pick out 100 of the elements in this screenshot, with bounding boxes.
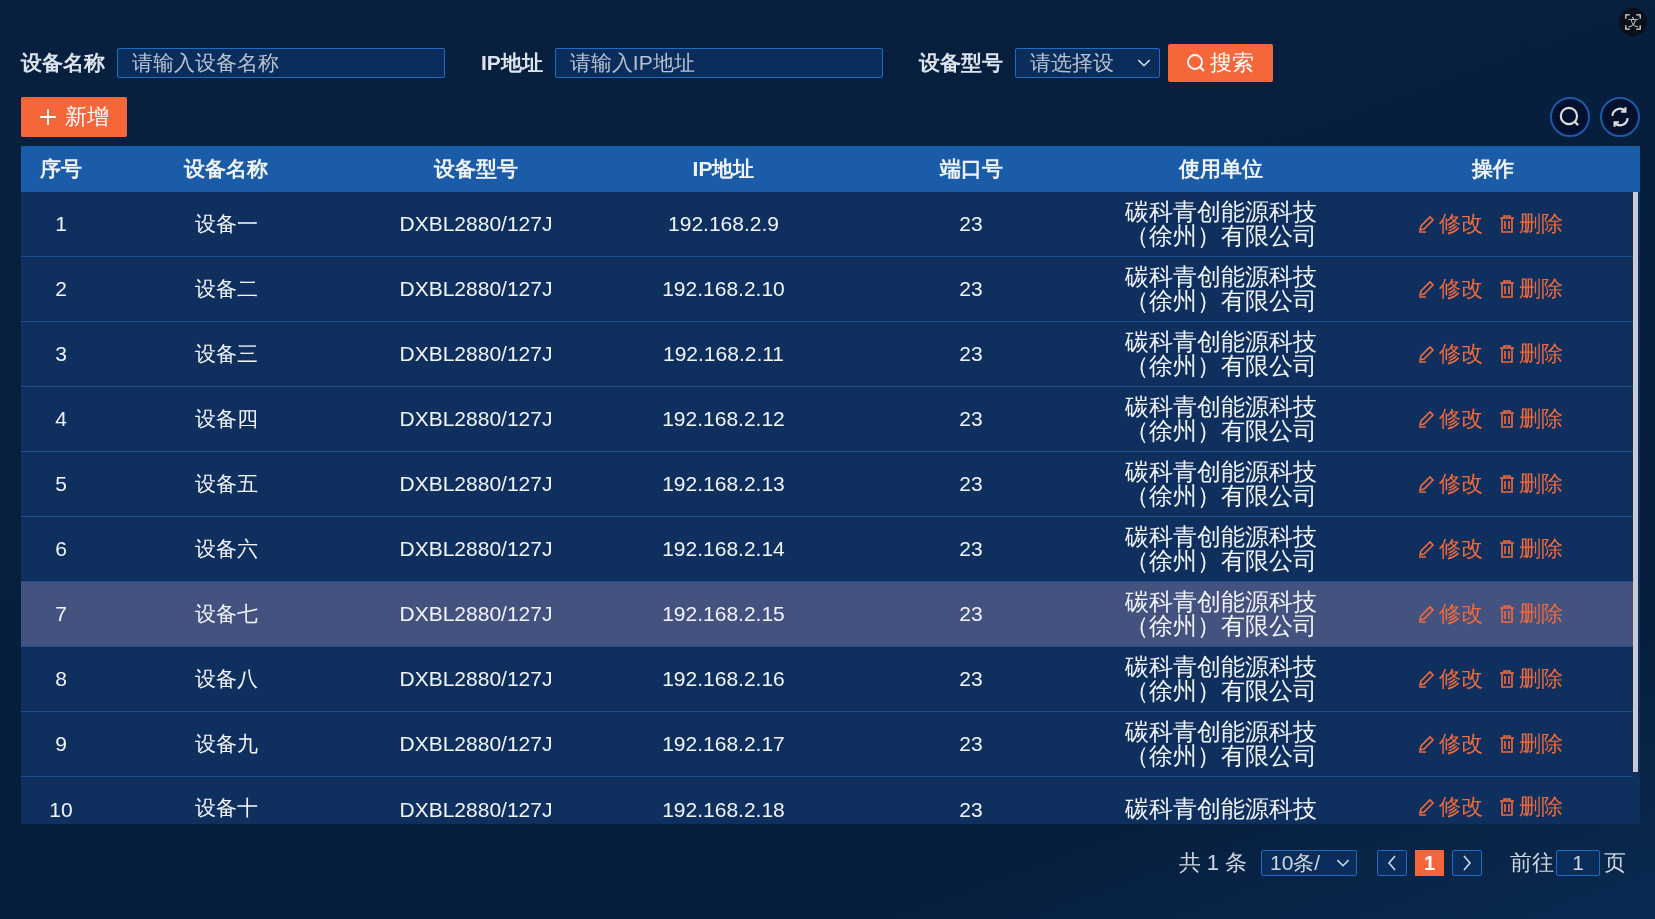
search-button[interactable]: 搜索 xyxy=(1167,44,1273,82)
edit-link[interactable]: 修改 xyxy=(1416,469,1483,499)
edit-link[interactable]: 修改 xyxy=(1416,534,1483,564)
table-cell: 设备三 xyxy=(194,342,258,365)
table-cell: 6 xyxy=(55,537,67,560)
table-cell: 23 xyxy=(959,798,983,821)
next-page-button[interactable] xyxy=(1452,850,1482,876)
frame-icon xyxy=(1625,14,1641,30)
table-cell: 192.168.2.15 xyxy=(662,602,785,625)
select-field[interactable]: 请选择设 xyxy=(1014,48,1160,78)
delete-link[interactable]: 删除 xyxy=(1496,339,1563,369)
table-cell: 192.168.2.13 xyxy=(662,472,785,495)
pencil-icon xyxy=(1416,734,1437,754)
table-cell: 192.168.2.16 xyxy=(662,667,785,690)
table-cell: 192.168.2.14 xyxy=(662,537,785,560)
pencil-icon xyxy=(1416,669,1437,689)
text-field[interactable]: 请输入设备名称 xyxy=(117,48,445,78)
page-size-select[interactable]: 10条/ xyxy=(1261,850,1357,876)
translate-button[interactable]: 文 xyxy=(1619,8,1647,36)
filter-label: 设备名称 xyxy=(21,50,105,76)
scrollbar[interactable] xyxy=(1633,192,1638,772)
table-cell: 2 xyxy=(55,277,67,300)
table-cell: 23 xyxy=(959,212,983,235)
edit-link[interactable]: 修改 xyxy=(1416,792,1483,822)
table-cell: 23 xyxy=(959,277,983,300)
table-cell: DXBL2880/127J xyxy=(399,798,553,821)
table-cell: 碳科青创能源科技 （徐州）有限公司 xyxy=(1125,394,1317,443)
table-cell: 23 xyxy=(959,342,983,365)
page-suffix: 页 xyxy=(1604,849,1626,877)
search-icon xyxy=(1186,53,1207,73)
delete-link[interactable]: 删除 xyxy=(1496,664,1563,694)
edit-link[interactable]: 修改 xyxy=(1416,274,1483,304)
search-button[interactable] xyxy=(1550,97,1590,137)
table-cell: DXBL2880/127J xyxy=(399,472,553,495)
pencil-icon xyxy=(1416,604,1437,624)
table-cell: 碳科青创能源科技 （徐州）有限公司 xyxy=(1125,719,1317,768)
delete-link[interactable]: 删除 xyxy=(1496,469,1563,499)
column-header: 序号 xyxy=(39,156,83,182)
table-cell: 192.168.2.18 xyxy=(662,798,785,821)
table-row[interactable]: 7 设备七 DXBL2880/127J 192.168.2.15 23 碳科青创能源科技 （徐州）有限公司 修改 删除 xyxy=(21,582,1633,647)
edit-link[interactable]: 修改 xyxy=(1416,729,1483,759)
text-field[interactable]: 请输入IP地址 xyxy=(554,48,883,78)
table-cell: 设备一 xyxy=(194,212,258,235)
table-cell: 192.168.2.9 xyxy=(668,212,779,235)
edit-link[interactable]: 修改 xyxy=(1416,404,1483,434)
table-cell: 23 xyxy=(959,472,983,495)
edit-link[interactable]: 修改 xyxy=(1416,209,1483,239)
pencil-icon xyxy=(1416,214,1437,234)
table-cell: 设备四 xyxy=(194,407,258,430)
delete-link[interactable]: 删除 xyxy=(1496,729,1563,759)
chevron-left-icon xyxy=(1387,855,1397,871)
delete-link[interactable]: 删除 xyxy=(1496,599,1563,629)
delete-link[interactable]: 删除 xyxy=(1496,534,1563,564)
add-button[interactable]: 新增 xyxy=(21,97,127,137)
table-cell: 8 xyxy=(55,667,67,690)
table-cell: 23 xyxy=(959,732,983,755)
table-cell: DXBL2880/127J xyxy=(399,732,553,755)
table-cell: 碳科青创能源科技 （徐州）有限公司 xyxy=(1125,264,1317,313)
table-cell: 23 xyxy=(959,602,983,625)
table-cell: 设备七 xyxy=(194,602,258,625)
table-cell: DXBL2880/127J xyxy=(399,602,553,625)
table-cell: 设备六 xyxy=(194,537,258,560)
table-cell: DXBL2880/127J xyxy=(399,212,553,235)
filter-label: IP地址 xyxy=(481,50,543,76)
refresh-button[interactable] xyxy=(1600,97,1640,137)
chevron-down-icon xyxy=(1336,858,1350,868)
pencil-icon xyxy=(1416,279,1437,299)
table-cell: 4 xyxy=(55,407,67,430)
table-cell: 碳科青创能源科技 （徐州）有限公司 xyxy=(1125,589,1317,638)
edit-link[interactable]: 修改 xyxy=(1416,599,1483,629)
delete-link[interactable]: 删除 xyxy=(1496,404,1563,434)
pencil-icon xyxy=(1416,474,1437,494)
edit-link[interactable]: 修改 xyxy=(1416,339,1483,369)
table-cell: 碳科青创能源科技 （徐州）有限公司 xyxy=(1125,654,1317,703)
table-cell: 192.168.2.17 xyxy=(662,732,785,755)
page-number[interactable]: 1 xyxy=(1415,850,1444,876)
table-cell: 23 xyxy=(959,407,983,430)
pencil-icon xyxy=(1416,409,1437,429)
edit-link[interactable]: 修改 xyxy=(1416,664,1483,694)
column-header: IP地址 xyxy=(691,156,756,182)
previous-page-button[interactable] xyxy=(1377,850,1407,876)
table-cell: 设备九 xyxy=(194,732,258,755)
column-header: 端口号 xyxy=(938,156,1004,182)
page-input[interactable]: 1 xyxy=(1556,850,1600,876)
table-cell: 碳科青创能源科技 （徐州）有限公司 xyxy=(1125,329,1317,378)
table-cell: 7 xyxy=(55,602,67,625)
table-cell: 碳科青创能源科技 xyxy=(1125,797,1317,821)
table-cell: 碳科青创能源科技 （徐州）有限公司 xyxy=(1125,459,1317,508)
delete-link[interactable]: 删除 xyxy=(1496,209,1563,239)
column-header: 使用单位 xyxy=(1177,156,1264,182)
pencil-icon xyxy=(1416,539,1437,559)
table-cell: DXBL2880/127J xyxy=(399,277,553,300)
table-cell: DXBL2880/127J xyxy=(399,537,553,560)
table-cell: 设备二 xyxy=(194,277,258,300)
delete-link[interactable]: 删除 xyxy=(1496,274,1563,304)
table-cell: 碳科青创能源科技 （徐州）有限公司 xyxy=(1125,524,1317,573)
table-cell: 192.168.2.12 xyxy=(662,407,785,430)
table-cell: DXBL2880/127J xyxy=(399,407,553,430)
delete-link[interactable]: 删除 xyxy=(1496,792,1563,822)
total-count: 共 1 条 xyxy=(1178,849,1247,877)
